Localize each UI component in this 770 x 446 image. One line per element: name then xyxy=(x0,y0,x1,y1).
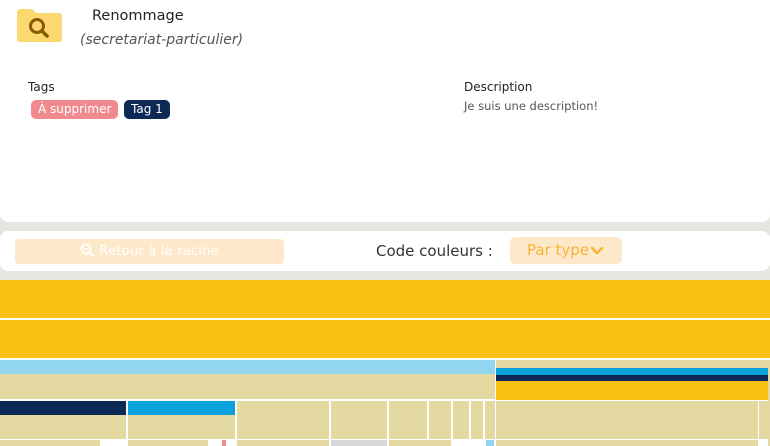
description-value: Je suis une description! xyxy=(464,99,599,113)
treemap-cell-blue-file[interactable] xyxy=(128,401,235,415)
treemap-cell-navy-file[interactable] xyxy=(0,401,126,415)
tags-label: Tags xyxy=(28,80,55,94)
treemap-cell-navy-body[interactable] xyxy=(0,415,126,439)
treemap-cell-root[interactable] xyxy=(0,280,770,319)
back-to-root-button[interactable]: Retour à la racine xyxy=(15,239,284,264)
treemap-cell-bottom-pink[interactable] xyxy=(222,440,226,446)
treemap-cell-group-g[interactable] xyxy=(485,401,495,439)
treemap-cell-level1[interactable] xyxy=(0,320,770,359)
treemap-cell-bottom-1[interactable] xyxy=(0,440,100,446)
chevron-down-icon xyxy=(590,246,604,255)
treemap-cell-right-header[interactable] xyxy=(496,360,768,368)
treemap-toolbar: Retour à la racine Code couleurs : Par t… xyxy=(0,231,770,271)
treemap-cell-group-b[interactable] xyxy=(331,401,387,439)
folder-search-icon xyxy=(17,9,62,42)
tag-a-supprimer[interactable]: À supprimer xyxy=(31,100,119,119)
treemap-cell-bottom-4[interactable] xyxy=(331,440,387,446)
treemap-cell-bottom-blue[interactable] xyxy=(486,440,494,446)
treemap-cell-right-lower[interactable] xyxy=(496,401,758,439)
description-label: Description xyxy=(464,80,533,94)
treemap-cell-right-blue[interactable] xyxy=(496,368,768,375)
treemap-cell-right-lower-edge[interactable] xyxy=(759,401,768,439)
color-code-label: Code couleurs : xyxy=(376,242,493,260)
treemap-cell-group-a[interactable] xyxy=(237,401,329,439)
zoom-out-icon xyxy=(80,243,95,257)
treemap-cell-bottom-5[interactable] xyxy=(389,440,451,446)
treemap-cell-group-e[interactable] xyxy=(453,401,469,439)
color-mode-dropdown[interactable]: Par type xyxy=(510,237,622,264)
treemap-cell-left[interactable] xyxy=(0,374,495,400)
folder-title: Renommage xyxy=(92,8,184,24)
folder-details-panel: Renommage (secretariat-particulier) Tags… xyxy=(0,0,770,222)
treemap-cell-bottom-2[interactable] xyxy=(128,440,208,446)
folder-subtitle: (secretariat-particulier) xyxy=(80,32,244,48)
treemap[interactable] xyxy=(0,280,770,446)
treemap-cell-group-f[interactable] xyxy=(471,401,483,439)
treemap-cell-group-c[interactable] xyxy=(389,401,427,439)
treemap-cell-right-yellow[interactable] xyxy=(496,381,768,400)
tag-tag-1[interactable]: Tag 1 xyxy=(124,100,170,119)
treemap-cell-left-header[interactable] xyxy=(0,360,495,374)
treemap-cell-blue-body[interactable] xyxy=(128,415,235,439)
treemap-cell-group-d[interactable] xyxy=(429,401,451,439)
treemap-cell-bottom-6[interactable] xyxy=(496,440,758,446)
treemap-cell-bottom-3[interactable] xyxy=(237,440,329,446)
back-to-root-label: Retour à la racine xyxy=(99,243,219,259)
color-mode-value: Par type xyxy=(527,241,590,259)
